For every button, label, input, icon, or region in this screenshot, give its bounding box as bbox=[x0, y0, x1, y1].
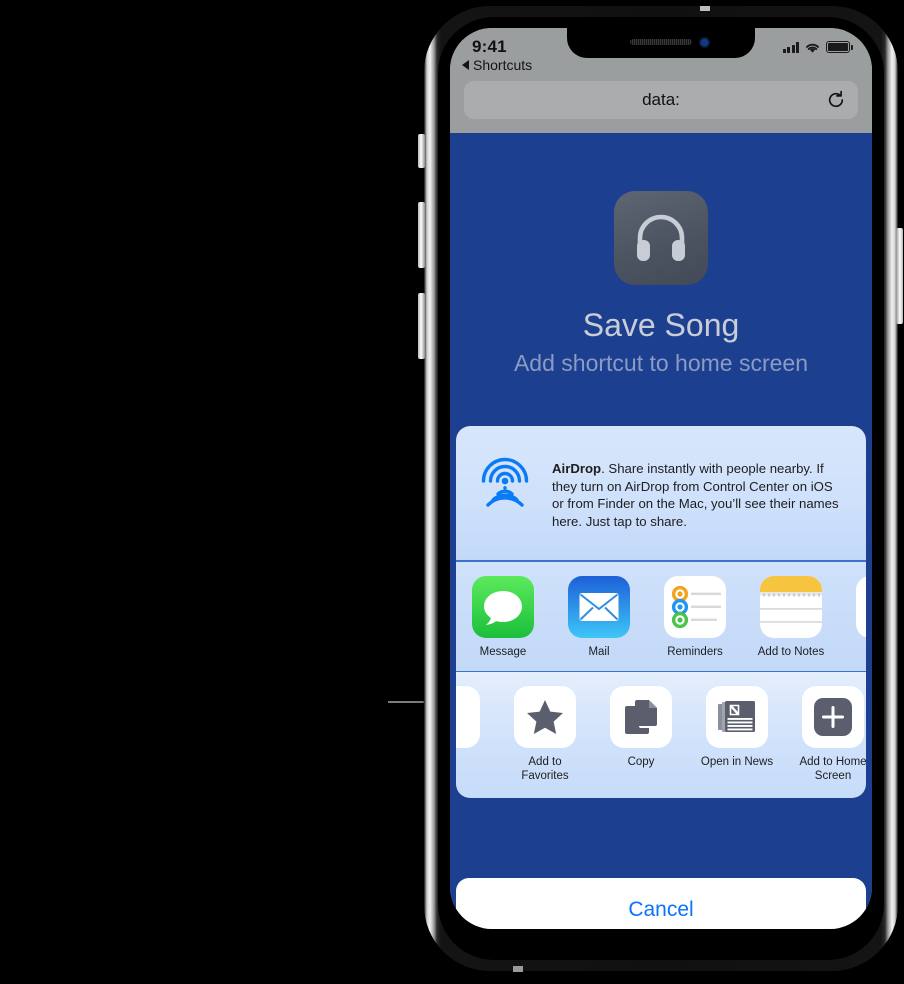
share-target-label: Message bbox=[479, 645, 527, 658]
reload-icon[interactable] bbox=[826, 90, 846, 110]
messages-icon bbox=[472, 575, 534, 638]
page-title: Save Song bbox=[582, 307, 740, 343]
plus-square-icon bbox=[802, 686, 864, 749]
action-label: Add to Favorites bbox=[521, 756, 569, 783]
share-target-label: Reminders bbox=[667, 645, 723, 658]
share-target-reminders[interactable]: Reminders bbox=[658, 575, 732, 659]
share-target-mail[interactable]: Mail bbox=[562, 575, 636, 659]
shortcut-hero: Save Song Add shortcut to home screen bbox=[450, 133, 872, 377]
wifi-icon bbox=[805, 43, 820, 53]
airdrop-title: AirDrop bbox=[552, 461, 602, 476]
action-add-to-favorites[interactable]: Add to Favorites bbox=[508, 686, 582, 784]
address-bar-text: data: bbox=[642, 90, 680, 109]
share-target-notes[interactable]: Add to Notes bbox=[754, 575, 828, 659]
share-target-message[interactable]: Message bbox=[466, 575, 540, 659]
action-label: k bbox=[456, 756, 486, 770]
front-camera-icon bbox=[699, 37, 710, 48]
share-sheet: AirDrop. Share instantly with people nea… bbox=[456, 426, 866, 798]
antenna-band-top bbox=[700, 6, 710, 11]
sheet-divider-bottom bbox=[456, 670, 866, 673]
display-notch bbox=[567, 28, 755, 58]
back-link-label: Shortcuts bbox=[473, 57, 533, 73]
reminders-icon bbox=[664, 575, 726, 638]
action-copy[interactable]: Copy bbox=[604, 686, 678, 770]
sheet-edge-left bbox=[450, 133, 456, 929]
airdrop-icon bbox=[481, 457, 529, 507]
headphones-icon bbox=[614, 191, 708, 285]
action-add-to-home-screen[interactable]: Add to Home Screen bbox=[796, 686, 866, 784]
silent-switch-button[interactable] bbox=[418, 134, 425, 168]
address-bar[interactable]: data: bbox=[464, 81, 858, 119]
volume-down-button[interactable] bbox=[418, 293, 425, 359]
status-bar-clock: 9:41 bbox=[472, 37, 507, 56]
screenshot-stage: 9:41 Shortcuts data: Save Song Add short… bbox=[0, 0, 904, 984]
action-partial[interactable]: k bbox=[456, 686, 486, 770]
action-open-in-news[interactable]: Open in News bbox=[700, 686, 774, 770]
star-icon bbox=[514, 686, 576, 749]
back-triangle-icon bbox=[462, 60, 469, 70]
news-icon bbox=[706, 686, 768, 749]
cellular-bars-icon bbox=[782, 41, 799, 53]
status-bar-indicators bbox=[782, 41, 853, 54]
battery-icon bbox=[826, 41, 853, 53]
earpiece-speaker-icon bbox=[630, 39, 692, 45]
sheet-edge-right bbox=[866, 133, 872, 929]
back-to-shortcuts-link[interactable]: Shortcuts bbox=[462, 57, 532, 73]
antenna-band-bottom bbox=[513, 966, 523, 972]
action-label: Copy bbox=[627, 756, 655, 769]
share-actions-row[interactable]: k Add to Favorites bbox=[456, 672, 866, 798]
action-label: Open in News bbox=[700, 756, 774, 769]
share-target-partial[interactable] bbox=[850, 575, 866, 646]
notes-icon bbox=[760, 575, 822, 638]
device-screen: 9:41 Shortcuts data: Save Song Add short… bbox=[450, 28, 872, 929]
copy-icon bbox=[610, 686, 672, 749]
share-target-label: Mail bbox=[588, 645, 610, 658]
cancel-button[interactable]: Cancel bbox=[456, 878, 866, 929]
airdrop-description: AirDrop. Share instantly with people nea… bbox=[552, 450, 848, 530]
share-targets-row[interactable]: Message Mail Reminders Add to Notes bbox=[456, 561, 866, 671]
page-subtitle: Add shortcut to home screen bbox=[513, 350, 809, 376]
sheet-divider-top bbox=[456, 560, 866, 562]
partial-action-icon bbox=[456, 686, 480, 749]
power-button[interactable] bbox=[896, 228, 903, 324]
partial-app-icon bbox=[856, 575, 866, 638]
webpage-content: Save Song Add shortcut to home screen Ai… bbox=[450, 133, 872, 929]
mail-icon bbox=[568, 575, 630, 638]
airdrop-section[interactable]: AirDrop. Share instantly with people nea… bbox=[456, 426, 866, 561]
action-label: Add to Home Screen bbox=[799, 756, 866, 783]
share-target-label: Add to Notes bbox=[757, 645, 825, 658]
volume-up-button[interactable] bbox=[418, 202, 425, 268]
